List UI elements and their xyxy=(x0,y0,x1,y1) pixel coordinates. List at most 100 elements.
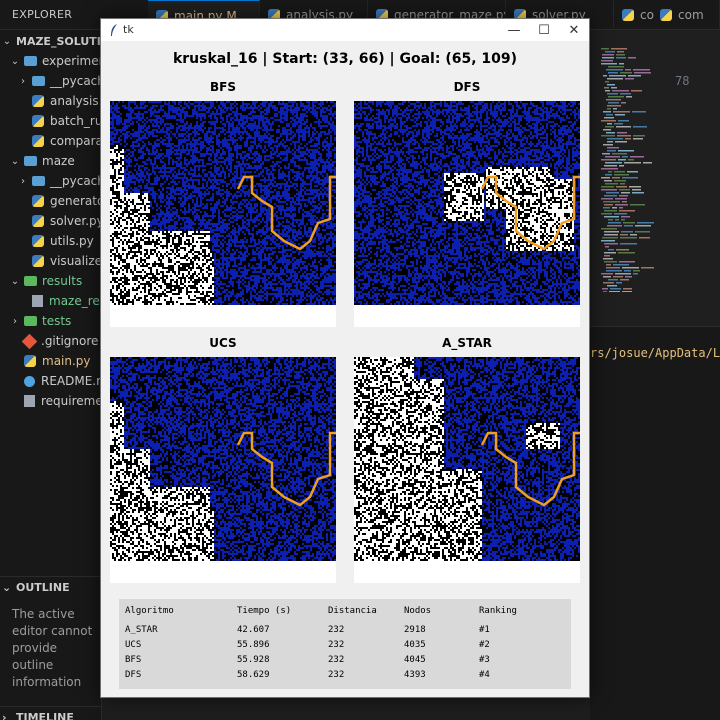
folder-icon xyxy=(32,76,45,86)
minimap-line xyxy=(602,57,614,59)
tree-item[interactable]: comparat xyxy=(0,131,101,151)
python-file-icon xyxy=(32,215,44,227)
tree-item[interactable]: main.py xyxy=(0,351,91,371)
minimap-line xyxy=(608,66,624,68)
minimap-line xyxy=(607,147,619,149)
tree-item[interactable]: › tests xyxy=(0,311,71,331)
minimap-line xyxy=(622,267,639,269)
terminal-panel[interactable] xyxy=(590,326,720,720)
minimap-line xyxy=(615,219,619,221)
tree-item[interactable]: generator xyxy=(0,191,101,211)
minimize-button[interactable]: — xyxy=(499,19,529,41)
minimap-line xyxy=(603,75,607,77)
minimap-line xyxy=(607,150,616,152)
minimap-line xyxy=(612,90,629,92)
outline-header[interactable]: ⌄ OUTLINE xyxy=(0,576,101,598)
minimap-line xyxy=(605,51,615,53)
minimap-line xyxy=(601,186,614,188)
minimap-line xyxy=(601,189,617,191)
right-editor-tab[interactable]: com xyxy=(660,0,704,30)
minimap-line xyxy=(601,48,609,50)
chevron-down-icon: ⌄ xyxy=(2,581,12,594)
minimap-line xyxy=(615,273,631,275)
workspace-root[interactable]: ⌄ MAZE_SOLUTIONS xyxy=(0,31,101,51)
feather-icon xyxy=(111,24,117,36)
tree-item[interactable]: README.m xyxy=(0,371,101,391)
maze-canvas-bfs xyxy=(110,101,336,305)
tk-titlebar[interactable]: tk — ☐ ✕ xyxy=(101,19,589,41)
tree-item[interactable]: .gitignore xyxy=(0,331,98,351)
outline-message: The active editor cannot provide outline… xyxy=(12,606,101,691)
minimap-line xyxy=(625,276,632,278)
tree-item[interactable]: ⌄ maze xyxy=(0,151,75,171)
tk-window: tk — ☐ ✕ kruskal_16 | Start: (33, 66) | … xyxy=(100,18,590,698)
minimap-line xyxy=(605,156,620,158)
maximize-button[interactable]: ☐ xyxy=(529,19,559,41)
minimap-line xyxy=(613,276,623,278)
cell-ranking: #4 xyxy=(479,670,490,680)
tree-item[interactable]: analysis.py xyxy=(0,91,101,111)
minimap-line xyxy=(604,234,618,236)
minimap-line xyxy=(612,207,617,209)
minimap-line xyxy=(618,159,626,161)
tree-item[interactable]: solver.py xyxy=(0,211,101,231)
text-file-icon xyxy=(32,295,43,307)
minimap-line xyxy=(604,231,619,233)
chevron-down-icon: ⌄ xyxy=(2,36,12,47)
minimap-line xyxy=(637,222,654,224)
python-file-icon xyxy=(660,9,672,21)
minimap-line xyxy=(606,132,615,134)
tree-item-label: README.m xyxy=(41,374,101,388)
timeline-header[interactable]: › TIMELINE xyxy=(0,706,101,720)
minimap-line xyxy=(617,51,624,53)
folder-icon xyxy=(24,156,37,166)
tree-item[interactable]: ⌄ results xyxy=(0,271,82,291)
tree-item[interactable]: utils.py xyxy=(0,231,94,251)
minimap-line xyxy=(634,72,651,74)
minimap-line xyxy=(601,213,612,215)
tree-item[interactable]: ⌄ experiments xyxy=(0,51,101,71)
minimap-line xyxy=(624,270,631,272)
minimap-line xyxy=(601,273,613,275)
tree-item[interactable]: visualizer xyxy=(0,251,101,271)
screen: EXPLORER main.py M analysis.py generator… xyxy=(0,0,720,720)
minimap-line xyxy=(604,210,617,212)
minimap-line xyxy=(624,162,641,164)
minimap-line xyxy=(601,240,615,242)
chevron-down-icon: ⌄ xyxy=(10,276,20,287)
tab-label: co xyxy=(640,8,654,22)
tree-item[interactable]: › __pycache__ xyxy=(0,171,101,191)
minimap-line xyxy=(614,213,627,215)
minimap-line xyxy=(603,129,611,131)
results-table: Algoritmo Tiempo (s) Distancia Nodos Ran… xyxy=(119,599,571,689)
tree-item[interactable]: batch_run xyxy=(0,111,101,131)
minimap-line xyxy=(609,291,620,292)
minimap-line xyxy=(633,270,640,272)
minimap-line xyxy=(606,192,619,194)
minimap-line xyxy=(618,150,634,152)
minimap-line xyxy=(603,201,620,203)
minimap-line xyxy=(633,135,645,137)
tree-item[interactable]: requiremen xyxy=(0,391,101,411)
minimap-line xyxy=(607,108,611,110)
outline-header-label: OUTLINE xyxy=(16,581,70,594)
tree-item[interactable]: maze_res xyxy=(0,291,101,311)
minimap-line xyxy=(620,72,632,74)
minimap-line xyxy=(619,210,635,212)
minimap[interactable] xyxy=(601,48,655,292)
python-file-icon xyxy=(622,9,634,21)
cell-distancia: 232 xyxy=(328,625,344,635)
git-icon xyxy=(21,333,38,349)
tree-item[interactable]: › __pycache__ xyxy=(0,71,101,91)
minimap-line xyxy=(601,60,613,62)
close-button[interactable]: ✕ xyxy=(559,19,589,41)
tree-item-label: MAZE_SOLUTIONS xyxy=(16,35,101,48)
minimap-line xyxy=(602,54,614,56)
chevron-right-icon: › xyxy=(18,76,28,87)
minimap-line xyxy=(621,192,630,194)
chevron-down-icon: ⌄ xyxy=(10,56,20,67)
minimap-line xyxy=(606,267,620,269)
minimap-line xyxy=(622,201,627,203)
cell-tiempo: 42.607 xyxy=(237,625,270,635)
header-nodos: Nodos xyxy=(404,606,431,616)
